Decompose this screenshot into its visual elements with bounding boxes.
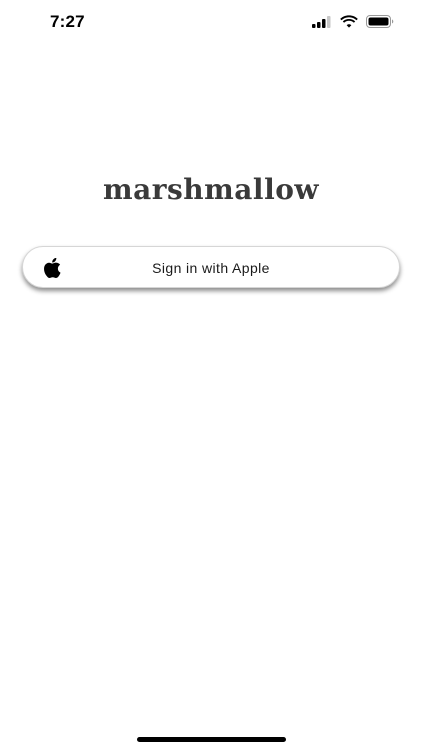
status-time: 7:27	[50, 12, 85, 31]
sign-in-label: Sign in with Apple	[152, 260, 270, 276]
app-title: marshmallow	[103, 173, 319, 206]
home-indicator[interactable]	[137, 737, 286, 742]
battery-icon	[366, 15, 394, 33]
status-icons	[312, 15, 394, 33]
signal-icon	[312, 15, 332, 33]
wifi-icon	[340, 15, 358, 33]
sign-in-with-apple-button[interactable]: Sign in with Apple	[22, 246, 400, 288]
status-bar: 7:27	[0, 0, 422, 44]
